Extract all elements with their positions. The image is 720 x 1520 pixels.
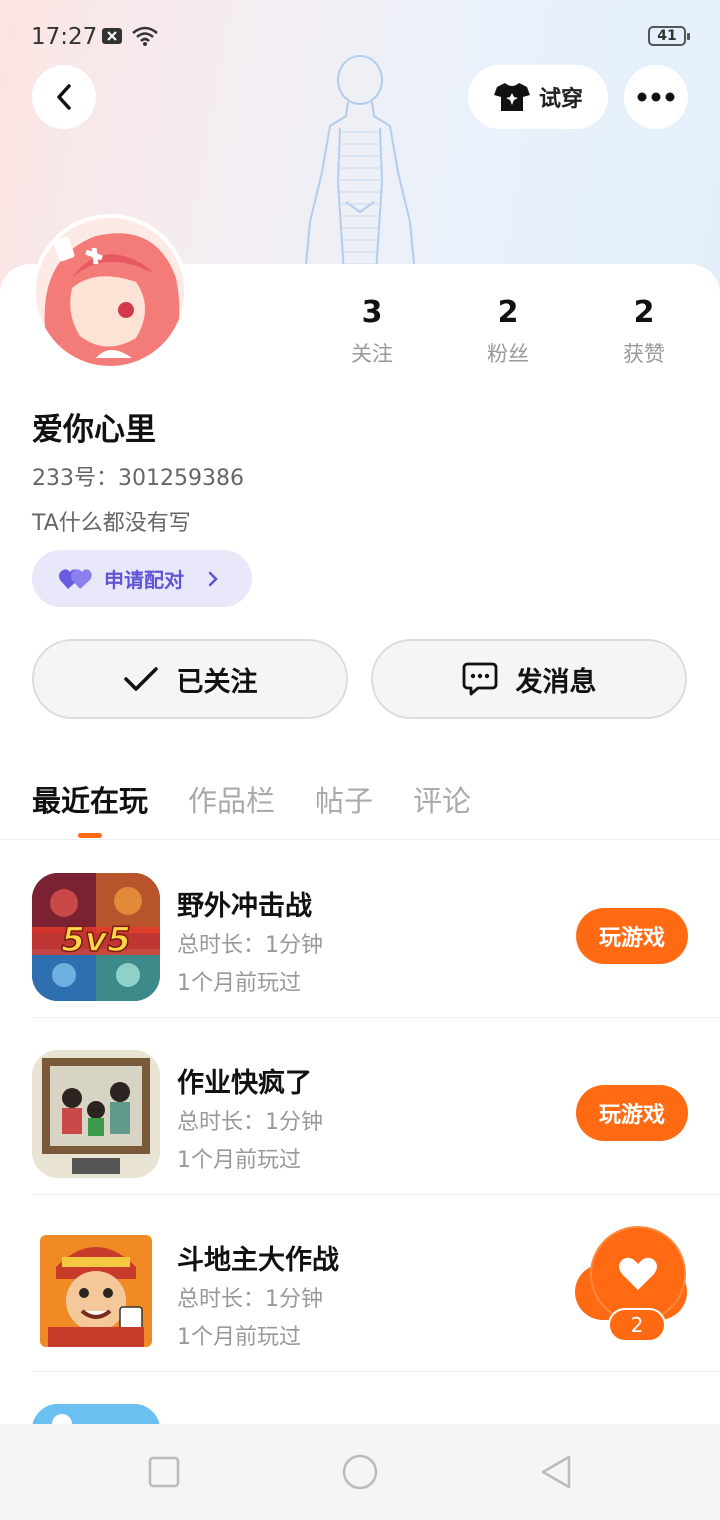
game-title: 作业快疯了	[177, 1068, 312, 1099]
tab-comments[interactable]: 评论	[413, 778, 471, 820]
more-dots-icon	[637, 92, 675, 102]
more-button[interactable]	[624, 65, 688, 129]
stat-followers-label: 粉丝	[487, 342, 529, 366]
list-item[interactable]: 作业快疯了 总时长：1分钟 1个月前玩过 玩游戏	[32, 1018, 720, 1195]
stat-followers[interactable]: 2 粉丝	[458, 296, 558, 368]
profile-name: 爱你心里	[32, 412, 156, 448]
game-icon-image: 5v5	[32, 873, 160, 1001]
game-duration: 总时长：1分钟	[177, 1110, 323, 1135]
game-icon-image	[32, 1050, 160, 1178]
game-title: 斗地主大作战	[177, 1245, 339, 1276]
profile-id: 233号：301259386	[32, 466, 244, 491]
avatar-image	[36, 218, 184, 366]
game-icon-image	[32, 1227, 160, 1355]
like-floating-button[interactable]: 2	[575, 1226, 687, 1346]
home-button[interactable]	[340, 1452, 380, 1492]
play-game-button[interactable]: 玩游戏	[576, 908, 688, 964]
content-tabs: 最近在玩 作品栏 帖子 评论	[0, 770, 720, 840]
stat-likes-value: 2	[633, 295, 655, 330]
game-duration: 总时长：1分钟	[177, 933, 323, 958]
square-icon	[148, 1456, 180, 1488]
stat-followers-value: 2	[497, 295, 519, 330]
avatar[interactable]	[32, 214, 188, 370]
tab-recently-played[interactable]: 最近在玩	[32, 778, 148, 820]
send-message-button[interactable]: 发消息	[371, 639, 687, 719]
back-nav-button[interactable]	[536, 1452, 576, 1492]
game-icon	[32, 1227, 160, 1355]
double-heart-icon	[59, 568, 92, 589]
battery-indicator: 41	[648, 26, 690, 46]
game-icon	[32, 1050, 160, 1178]
try-on-button[interactable]: 试穿	[468, 65, 608, 129]
play-game-button[interactable]: 玩游戏	[576, 1085, 688, 1141]
followed-label: 已关注	[176, 666, 258, 698]
stat-likes-label: 获赞	[623, 342, 665, 366]
apply-pair-label: 申请配对	[104, 568, 184, 592]
avatar-figure-illustration	[305, 55, 415, 272]
chevron-left-icon	[57, 84, 71, 110]
game-icon-text: 5v5	[61, 920, 130, 960]
apply-pair-button[interactable]: 申请配对	[32, 550, 252, 607]
tab-works[interactable]: 作品栏	[188, 778, 275, 820]
list-item[interactable]: 5v5 野外冲击战 总时长：1分钟 1个月前玩过 玩游戏	[32, 841, 720, 1018]
system-navigation-bar	[0, 1424, 720, 1520]
chevron-right-icon	[208, 571, 218, 586]
back-button[interactable]	[32, 65, 96, 129]
send-message-label: 发消息	[515, 666, 597, 698]
stat-following-label: 关注	[351, 342, 393, 366]
followed-button[interactable]: 已关注	[32, 639, 348, 719]
profile-bio: TA什么都没有写	[32, 511, 191, 536]
game-icon: 5v5	[32, 873, 160, 1001]
list-item[interactable]	[32, 1372, 720, 1424]
game-last-played: 1个月前玩过	[177, 1148, 301, 1173]
status-time: 17:27	[31, 24, 98, 50]
game-icon	[32, 1404, 160, 1424]
try-on-label: 试穿	[538, 87, 583, 112]
tshirt-icon	[493, 83, 530, 111]
game-duration: 总时长：1分钟	[177, 1287, 323, 1312]
stat-following-value: 3	[361, 295, 383, 330]
status-bar: 17:27 41	[0, 0, 720, 76]
stat-likes[interactable]: 2 获赞	[594, 296, 694, 368]
wifi-icon	[132, 26, 158, 46]
circle-icon	[342, 1454, 378, 1490]
heart-icon	[619, 1257, 657, 1290]
tab-posts[interactable]: 帖子	[315, 778, 373, 820]
active-tab-indicator	[78, 833, 102, 838]
notification-icon	[102, 28, 122, 44]
game-title: 野外冲击战	[177, 891, 312, 922]
like-count: 2	[608, 1308, 666, 1342]
game-last-played: 1个月前玩过	[177, 971, 301, 996]
recents-button[interactable]	[144, 1452, 184, 1492]
stat-following[interactable]: 3 关注	[322, 296, 422, 368]
chat-bubble-icon	[462, 662, 497, 696]
triangle-back-icon	[541, 1455, 571, 1489]
checkmark-icon	[123, 667, 158, 691]
game-last-played: 1个月前玩过	[177, 1325, 301, 1350]
game-icon-image	[32, 1404, 160, 1424]
